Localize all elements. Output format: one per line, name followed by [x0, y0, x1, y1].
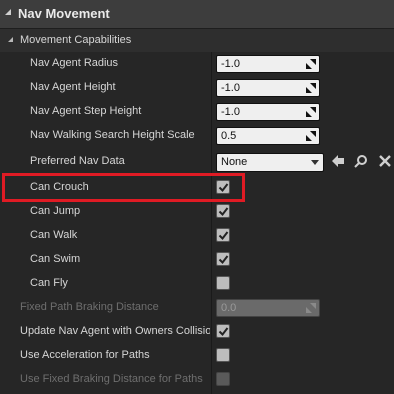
prop-row-nav-agent-step-height: Nav Agent Step Height -1.0 — [0, 100, 394, 124]
prop-label: Nav Agent Radius — [30, 57, 119, 69]
nav-agent-radius-input[interactable]: -1.0 — [216, 55, 320, 73]
prop-label: Fixed Path Braking Distance — [20, 301, 159, 313]
prop-row-nav-walking-search-height-scale: Nav Walking Search Height Scale 0.5 — [0, 124, 394, 148]
spin-arrows-icon[interactable] — [306, 107, 316, 117]
input-value: -1.0 — [221, 82, 240, 94]
use-fixed-braking-distance-for-paths-checkbox[interactable] — [216, 372, 230, 386]
spin-arrows-icon[interactable] — [306, 83, 316, 93]
nav-agent-step-height-input[interactable]: -1.0 — [216, 103, 320, 121]
prop-row-can-swim: Can Swim — [0, 248, 394, 272]
chevron-down-icon — [311, 160, 319, 165]
prop-row-can-crouch: Can Crouch — [0, 176, 394, 200]
fixed-path-braking-distance-input[interactable]: 0.0 — [216, 299, 320, 317]
collapse-arrow-icon[interactable] — [5, 9, 11, 15]
can-walk-checkbox[interactable] — [216, 228, 230, 242]
dropdown-value: None — [221, 156, 248, 168]
prop-label: Nav Agent Step Height — [30, 105, 142, 117]
can-crouch-checkbox[interactable] — [216, 180, 230, 194]
update-nav-agent-with-owners-collision-checkbox[interactable] — [216, 324, 230, 338]
can-fly-checkbox[interactable] — [216, 276, 230, 290]
prop-row-can-fly: Can Fly — [0, 272, 394, 296]
can-jump-checkbox[interactable] — [216, 204, 230, 218]
spin-arrows-icon[interactable] — [306, 59, 316, 69]
input-value: 0.0 — [221, 302, 237, 314]
prop-label: Nav Agent Height — [30, 81, 116, 93]
input-value: 0.5 — [221, 130, 237, 142]
checkmark-icon — [218, 231, 229, 241]
can-swim-checkbox[interactable] — [216, 252, 230, 266]
prop-label: Nav Walking Search Height Scale — [30, 129, 195, 141]
use-acceleration-for-paths-checkbox[interactable] — [216, 348, 230, 362]
collapse-arrow-icon[interactable] — [8, 37, 13, 42]
prop-row-use-fixed-braking-distance-for-paths: Use Fixed Braking Distance for Paths — [0, 368, 394, 392]
clear-x-icon[interactable] — [378, 154, 392, 168]
prop-label: Preferred Nav Data — [30, 155, 125, 167]
preferred-nav-data-dropdown[interactable]: None — [216, 153, 324, 172]
prop-row-can-jump: Can Jump — [0, 200, 394, 224]
prop-label: Can Swim — [30, 253, 81, 265]
prop-row-nav-agent-height: Nav Agent Height -1.0 — [0, 76, 394, 100]
nav-walking-search-height-scale-input[interactable]: 0.5 — [216, 127, 320, 145]
prop-row-nav-agent-radius: Nav Agent Radius -1.0 — [0, 52, 394, 76]
prop-label: Can Jump — [30, 205, 81, 217]
checkmark-icon — [218, 255, 229, 265]
subcategory-title: Movement Capabilities — [20, 34, 132, 46]
prop-row-can-walk: Can Walk — [0, 224, 394, 248]
browse-search-icon[interactable] — [354, 154, 368, 168]
prop-label: Use Acceleration for Paths — [20, 349, 150, 361]
input-value: -1.0 — [221, 106, 240, 118]
prop-row-preferred-nav-data: Preferred Nav Data None — [0, 150, 394, 174]
movement-capabilities-subcategory[interactable]: Movement Capabilities — [0, 29, 394, 52]
prop-row-update-nav-agent-with-owners-collision: Update Nav Agent with Owners Collision — [0, 320, 394, 344]
prop-label: Use Fixed Braking Distance for Paths — [20, 373, 203, 385]
checkmark-icon — [218, 183, 229, 193]
checkmark-icon — [218, 327, 229, 337]
spin-arrows-icon[interactable] — [306, 131, 316, 141]
use-selected-arrow-icon[interactable] — [331, 154, 345, 168]
checkmark-icon — [218, 207, 229, 217]
nav-agent-height-input[interactable]: -1.0 — [216, 79, 320, 97]
input-value: -1.0 — [221, 58, 240, 70]
prop-label: Can Crouch — [30, 181, 89, 193]
prop-row-use-acceleration-for-paths: Use Acceleration for Paths — [0, 344, 394, 368]
prop-label: Can Fly — [30, 277, 68, 289]
spin-arrows-icon[interactable] — [306, 303, 316, 313]
prop-label: Can Walk — [30, 229, 78, 241]
prop-label: Update Nav Agent with Owners Collision — [20, 325, 210, 337]
prop-row-fixed-path-braking-distance: Fixed Path Braking Distance 0.0 — [0, 296, 394, 320]
nav-movement-category-header[interactable]: Nav Movement — [0, 0, 394, 29]
category-title: Nav Movement — [18, 6, 110, 21]
